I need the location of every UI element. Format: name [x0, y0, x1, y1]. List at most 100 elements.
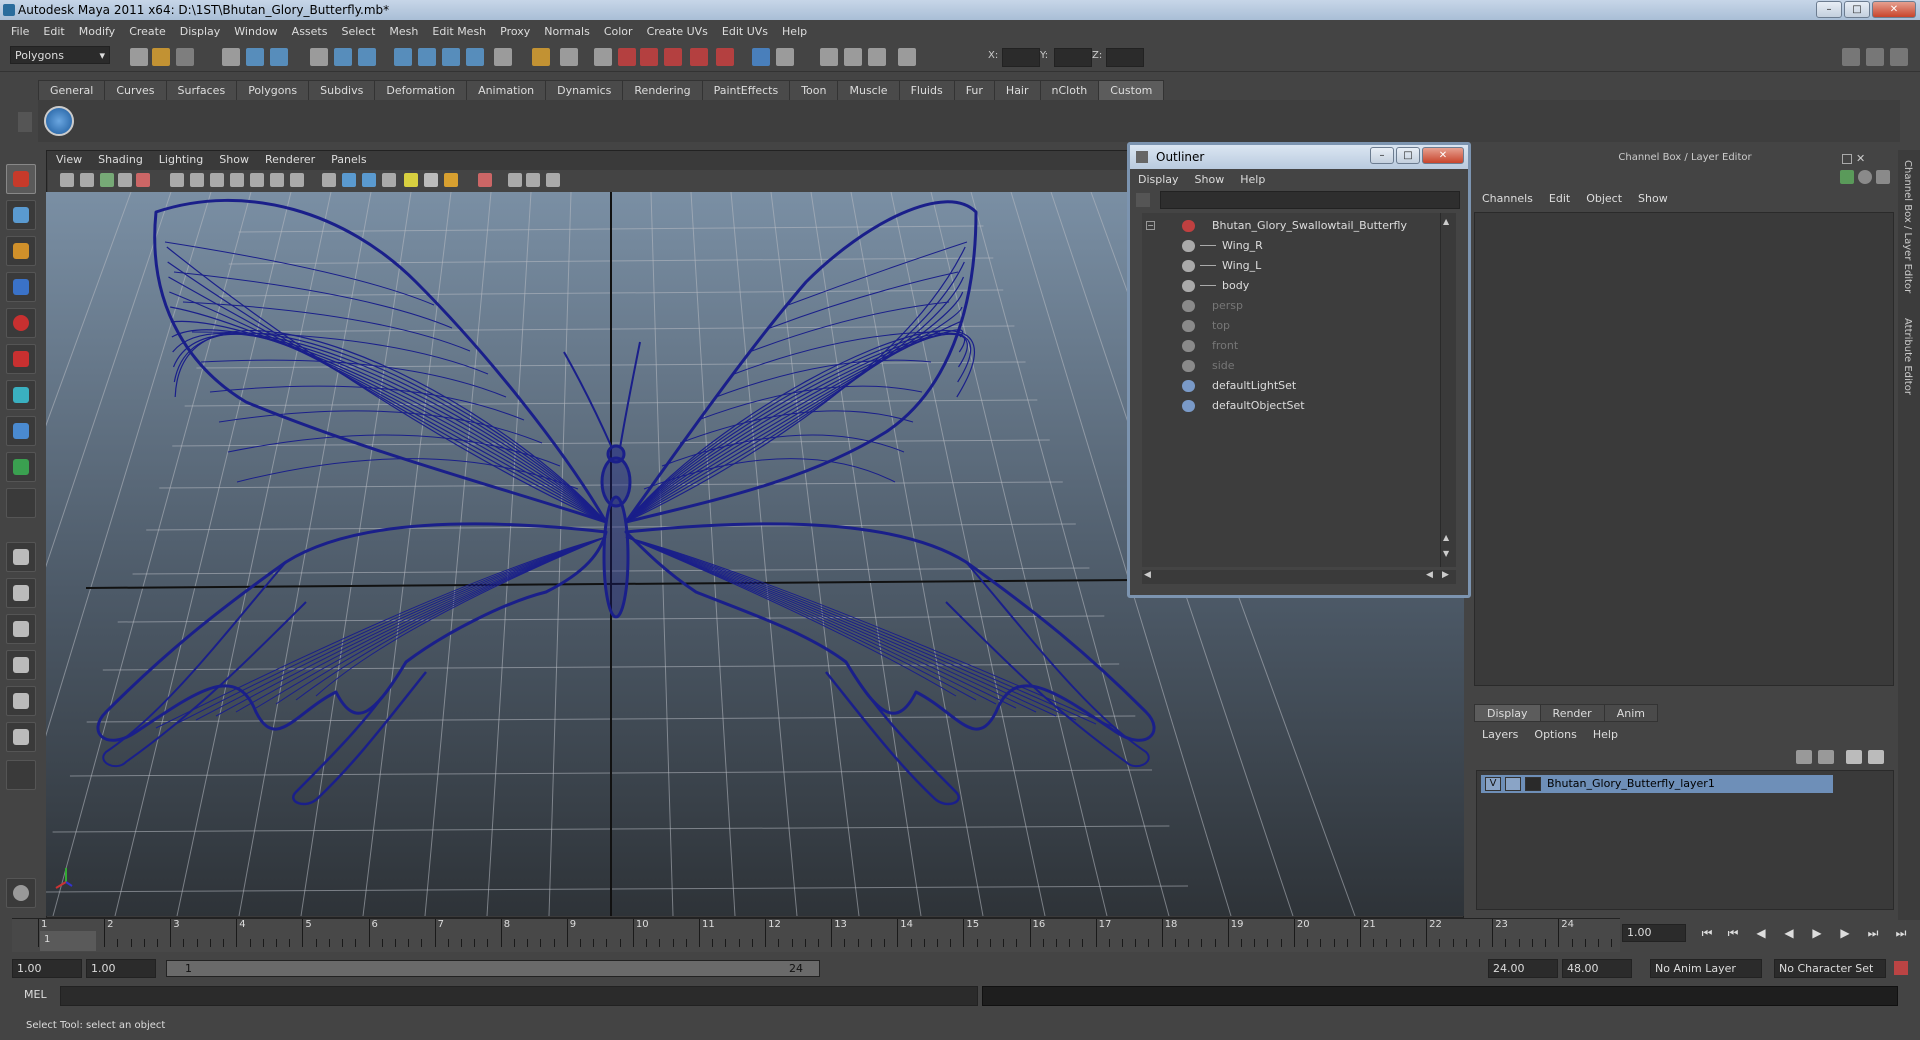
layer-tab-anim[interactable]: Anim: [1603, 704, 1658, 722]
status-tool-icon[interactable]: [716, 48, 734, 66]
status-tool-icon[interactable]: [868, 48, 886, 66]
viewport-tool-icon[interactable]: [546, 173, 560, 187]
shelf-tab-ncloth[interactable]: nCloth: [1039, 80, 1100, 100]
layer-menu-help[interactable]: Help: [1585, 726, 1626, 744]
time-slider[interactable]: 1 2 3 4 5 6 7 8 9 10 11 12 13 14 15 16 17 18 19 20 21 22 23 24 1: [12, 918, 1620, 952]
paint-select-tool[interactable]: [6, 236, 36, 266]
status-tool-icon[interactable]: [532, 48, 550, 66]
status-tool-icon[interactable]: [690, 48, 708, 66]
menu-mesh[interactable]: Mesh: [382, 25, 425, 38]
outliner-vertical-scrollbar[interactable]: ▲ ▲ ▼: [1440, 213, 1456, 567]
step-back-key-icon[interactable]: ◀: [1752, 925, 1770, 941]
quick-layout-button[interactable]: [6, 878, 36, 908]
channel-box-panel[interactable]: [1474, 212, 1894, 686]
viewport-tool-icon[interactable]: [100, 173, 114, 187]
shelf-tab-fluids[interactable]: Fluids: [898, 80, 955, 100]
outliner-item[interactable]: side: [1142, 357, 1432, 375]
layer-icon[interactable]: [1796, 750, 1812, 764]
layout-extra-button[interactable]: [6, 760, 36, 790]
channel-icon[interactable]: [1858, 170, 1872, 184]
status-tool-icon[interactable]: [466, 48, 484, 66]
viewport-menu-view[interactable]: View: [48, 152, 90, 168]
shelf-tab-curves[interactable]: Curves: [104, 80, 167, 100]
status-tool-icon[interactable]: [394, 48, 412, 66]
float-panel-icon[interactable]: [1842, 154, 1852, 164]
lasso-tool[interactable]: [6, 200, 36, 230]
play-forward-icon[interactable]: ▶: [1808, 925, 1826, 941]
layer-menu-layers[interactable]: Layers: [1474, 726, 1526, 744]
status-tool-icon[interactable]: [752, 48, 770, 66]
menu-edit[interactable]: Edit: [36, 25, 71, 38]
y-field[interactable]: [1054, 48, 1092, 67]
toggle-panel-icon[interactable]: [1842, 48, 1860, 66]
status-tool-icon[interactable]: [820, 48, 838, 66]
layer-tab-display[interactable]: Display: [1474, 704, 1541, 722]
new-layer-icon[interactable]: [1868, 750, 1884, 764]
shelf-tab-painteffects[interactable]: PaintEffects: [701, 80, 791, 100]
universal-manipulator-tool[interactable]: [6, 380, 36, 410]
status-tool-icon[interactable]: [246, 48, 264, 66]
channel-menu-edit[interactable]: Edit: [1541, 190, 1578, 208]
select-tool[interactable]: [6, 164, 36, 194]
minimize-button[interactable]: –: [1816, 1, 1842, 18]
viewport-tool-icon[interactable]: [362, 173, 376, 187]
shelf-tab-muscle[interactable]: Muscle: [837, 80, 900, 100]
shelf-tab-general[interactable]: General: [38, 80, 106, 100]
channel-menu-channels[interactable]: Channels: [1474, 190, 1541, 208]
status-tool-icon[interactable]: [618, 48, 636, 66]
viewport-tool-icon[interactable]: [190, 173, 204, 187]
auto-key-icon[interactable]: [1894, 961, 1908, 975]
show-manipulator-tool[interactable]: [6, 452, 36, 482]
shelf-check-icon[interactable]: [44, 106, 74, 136]
status-tool-icon[interactable]: [898, 48, 916, 66]
soft-mod-tool[interactable]: [6, 416, 36, 446]
status-tool-icon[interactable]: [418, 48, 436, 66]
step-forward-icon[interactable]: ⏭: [1864, 925, 1882, 941]
viewport-tool-icon[interactable]: [60, 173, 74, 187]
outliner-item[interactable]: defaultLightSet: [1142, 377, 1432, 395]
layout-single-button[interactable]: [6, 542, 36, 572]
side-tab-channel-box[interactable]: Channel Box / Layer Editor: [1902, 160, 1913, 293]
move-tool[interactable]: [6, 272, 36, 302]
collapse-icon[interactable]: −: [1146, 221, 1155, 230]
outliner-minimize-button[interactable]: –: [1370, 147, 1394, 164]
channel-menu-show[interactable]: Show: [1630, 190, 1676, 208]
viewport-tool-icon[interactable]: [404, 173, 418, 187]
go-to-end-icon[interactable]: ⏭: [1892, 925, 1910, 941]
outliner-menu-show[interactable]: Show: [1187, 171, 1233, 189]
menu-color[interactable]: Color: [597, 25, 640, 38]
status-tool-icon[interactable]: [358, 48, 376, 66]
status-tool-icon[interactable]: [594, 48, 612, 66]
outliner-menu-display[interactable]: Display: [1130, 171, 1187, 189]
layer-icon[interactable]: [1818, 750, 1834, 764]
layout-graph-button[interactable]: [6, 650, 36, 680]
scroll-up-icon[interactable]: ▲: [1443, 217, 1454, 227]
scroll-right-icon[interactable]: ▶: [1442, 570, 1449, 580]
outliner-item[interactable]: top: [1142, 317, 1432, 335]
layer-display-type-toggle[interactable]: [1505, 777, 1521, 791]
layer-visibility-toggle[interactable]: V: [1485, 777, 1501, 791]
outliner-close-button[interactable]: ✕: [1422, 147, 1464, 164]
menu-edit-uvs[interactable]: Edit UVs: [715, 25, 775, 38]
status-tool-icon[interactable]: [176, 48, 194, 66]
last-tool[interactable]: [6, 488, 36, 518]
status-tool-icon[interactable]: [334, 48, 352, 66]
channel-menu-object[interactable]: Object: [1578, 190, 1630, 208]
viewport-tool-icon[interactable]: [290, 173, 304, 187]
status-tool-icon[interactable]: [310, 48, 328, 66]
step-back-icon[interactable]: ⏮: [1724, 925, 1742, 941]
channel-icon[interactable]: [1876, 170, 1890, 184]
character-set-dropdown[interactable]: No Character Set: [1774, 959, 1886, 978]
outliner-item[interactable]: persp: [1142, 297, 1432, 315]
layout-hypershade-button[interactable]: [6, 686, 36, 716]
viewport-tool-icon[interactable]: [230, 173, 244, 187]
new-layer-icon[interactable]: [1846, 750, 1862, 764]
layout-outliner-button[interactable]: [6, 614, 36, 644]
menu-assets[interactable]: Assets: [285, 25, 335, 38]
shelf-tab-deformation[interactable]: Deformation: [374, 80, 468, 100]
outliner-item[interactable]: front: [1142, 337, 1432, 355]
viewport-tool-icon[interactable]: [508, 173, 522, 187]
viewport-menu-lighting[interactable]: Lighting: [151, 152, 211, 168]
shelf-tab-custom[interactable]: Custom: [1098, 80, 1165, 100]
scroll-left-icon[interactable]: ◀: [1426, 570, 1433, 580]
